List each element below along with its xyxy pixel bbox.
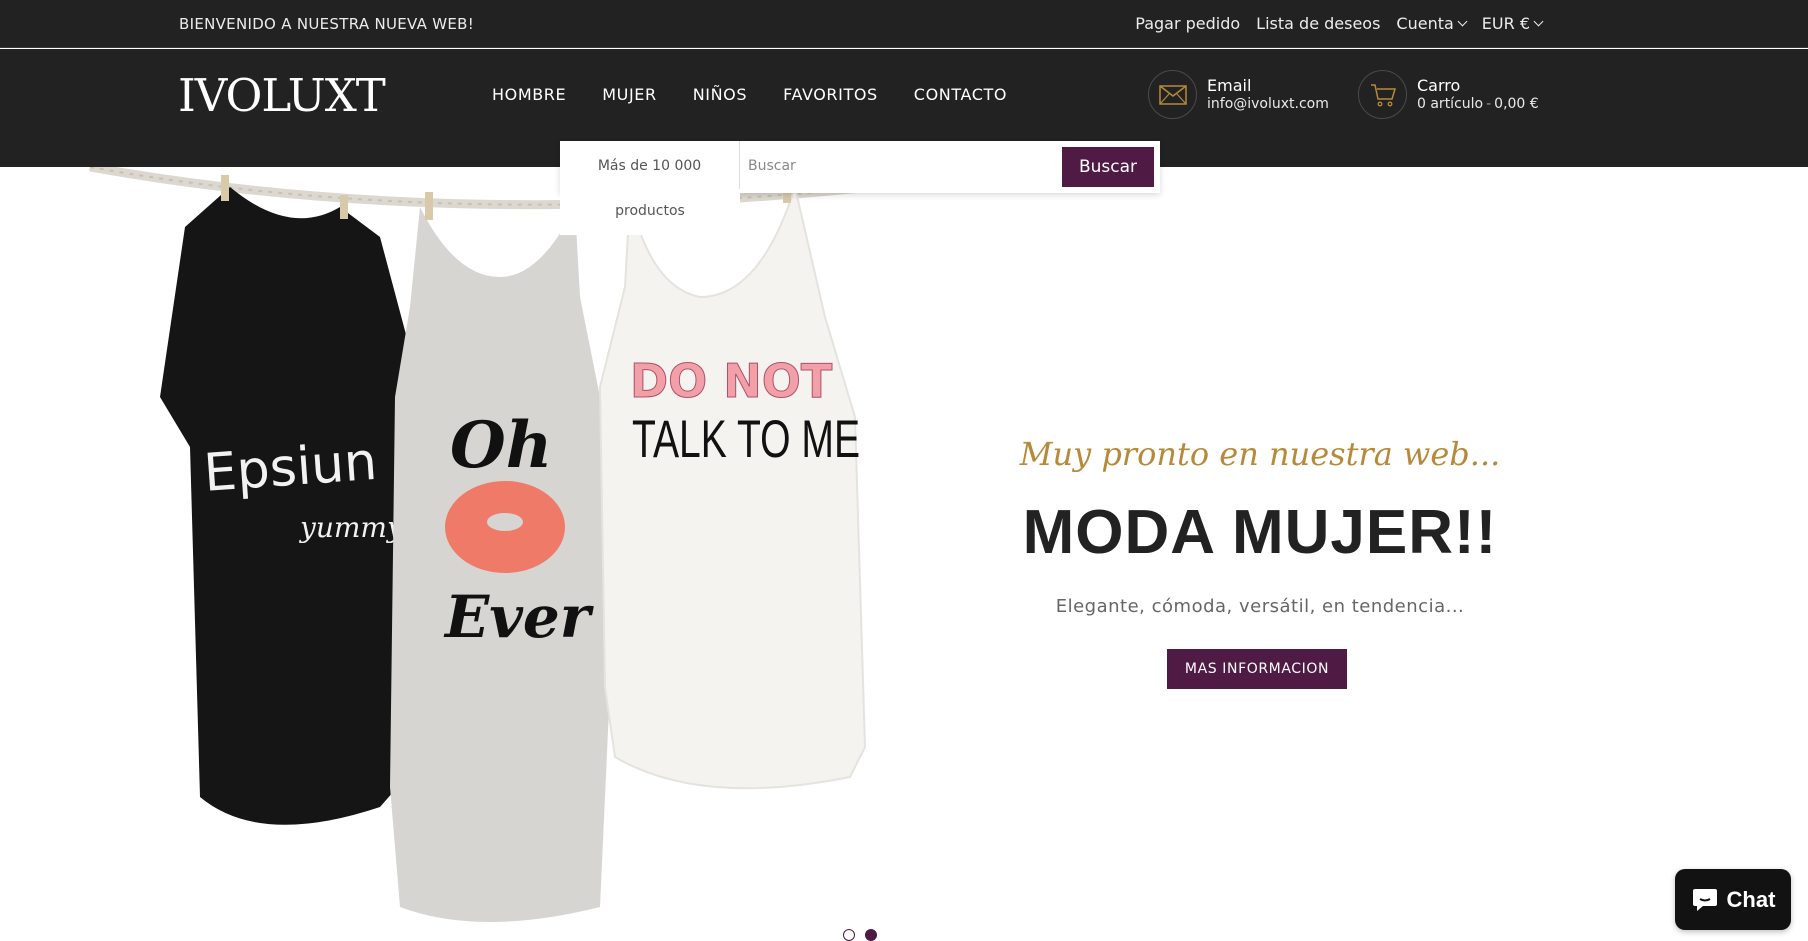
hero-slider: Epsiun yummy Oh Ever DO NOT TALK TO ME M… (0, 167, 1808, 940)
shirt-print-yummy: yummy (298, 511, 404, 544)
top-bar: BIENVENIDO A NUESTRA NUEVA WEB! Pagar pe… (0, 0, 1808, 48)
cart-total: 0,00 € (1494, 95, 1539, 112)
nav-item-ninos[interactable]: NIÑOS (693, 85, 747, 104)
chat-label: Chat (1726, 886, 1776, 912)
nav-item-favoritos[interactable]: FAVORITOS (783, 85, 878, 104)
cart-summary[interactable]: Carro 0 artículo -0,00 € (1358, 70, 1539, 119)
chat-bubble-icon (1692, 888, 1717, 911)
shirt-print-oh: Oh (450, 408, 552, 483)
donut-hole (487, 513, 523, 531)
search-input[interactable] (748, 141, 1068, 191)
site-logo[interactable]: IVOLUXT (178, 69, 386, 122)
chevron-down-icon (1533, 16, 1544, 27)
search-bar: Más de 10 000 productos Buscar (560, 141, 1160, 235)
cart-icon (1358, 70, 1407, 119)
hero-subtitle: Muy pronto en nuestra web... (1019, 435, 1501, 473)
slider-dots (843, 929, 877, 941)
hero-text: Muy pronto en nuestra web... MODA MUJER!… (960, 167, 1560, 940)
cart-separator: - (1486, 95, 1492, 112)
hero-title: MODA MUJER!! (1022, 498, 1498, 567)
chevron-down-icon (1457, 16, 1468, 27)
pay-order-link[interactable]: Pagar pedido (1135, 14, 1240, 33)
welcome-message: BIENVENIDO A NUESTRA NUEVA WEB! (179, 15, 475, 33)
nav-item-mujer[interactable]: MUJER (602, 85, 656, 104)
email-contact[interactable]: Email info@ivoluxt.com (1148, 70, 1329, 119)
nav-item-contacto[interactable]: CONTACTO (914, 85, 1007, 104)
currency-label: EUR € (1481, 14, 1530, 33)
search-category-selector[interactable]: Más de 10 000 (560, 141, 740, 191)
currency-dropdown[interactable]: EUR € (1481, 14, 1544, 33)
hero-image: Epsiun yummy Oh Ever DO NOT TALK TO ME (0, 167, 960, 940)
email-address[interactable]: info@ivoluxt.com (1207, 95, 1329, 113)
slider-dot-1[interactable] (843, 929, 855, 941)
envelope-icon (1148, 70, 1197, 119)
hero-description: Elegante, cómoda, versátil, en tendencia… (1055, 596, 1465, 617)
search-category-line2[interactable]: productos (560, 189, 740, 235)
cart-item-count: 0 artículo (1417, 95, 1484, 112)
shirt-print-do-not: DO NOT (630, 354, 833, 408)
cart-details: 0 artículo -0,00 € (1417, 95, 1539, 113)
wishlist-link[interactable]: Lista de deseos (1256, 14, 1380, 33)
slider-dot-2[interactable] (865, 929, 877, 941)
search-button[interactable]: Buscar (1062, 147, 1154, 187)
cart-label: Carro (1417, 75, 1461, 95)
shirt-print-talk-to-me: TALK TO ME (632, 409, 860, 468)
nav-item-hombre[interactable]: HOMBRE (492, 85, 566, 104)
chat-button[interactable]: Chat (1675, 869, 1791, 930)
shirt-print-ever: Ever (443, 583, 595, 651)
shirt-print-epsiun: Epsiun (202, 432, 379, 504)
email-label: Email (1207, 75, 1252, 95)
account-label: Cuenta (1396, 14, 1454, 33)
account-dropdown[interactable]: Cuenta (1396, 14, 1468, 33)
more-info-button[interactable]: MAS INFORMACION (1167, 649, 1347, 689)
main-nav: HOMBRE MUJER NIÑOS FAVORITOS CONTACTO (492, 85, 1007, 104)
top-links: Pagar pedido Lista de deseos Cuenta EUR … (1135, 14, 1544, 33)
